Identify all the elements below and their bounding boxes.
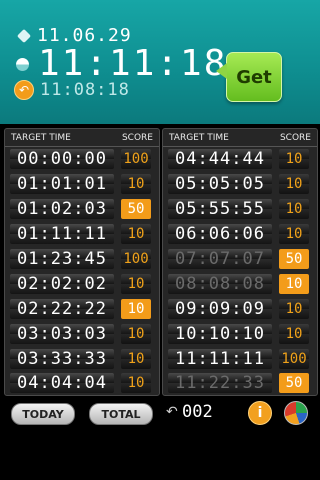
target-time: 03:03:03	[10, 323, 114, 344]
score: 100	[121, 149, 151, 170]
table-row: 03:03:03 10	[5, 321, 159, 346]
col-target-time: TARGET TIME	[11, 132, 71, 143]
table-row: 01:01:01 10	[5, 172, 159, 197]
score: 100	[279, 348, 309, 369]
header-panel: 11.06.29 11:11:18 ↶ 11:08:18 Get	[0, 0, 320, 124]
target-time: 11:22:33	[168, 373, 272, 394]
target-table-right: TARGET TIME SCORE 04:44:44 10 05:05:05 10 …	[162, 128, 318, 396]
table-row: 10:10:10 10	[163, 321, 317, 346]
target-time: 01:23:45	[10, 249, 114, 269]
undo-count: 002	[182, 402, 213, 422]
score: 50	[279, 249, 309, 269]
target-time: 09:09:09	[168, 298, 272, 319]
score: 50	[121, 199, 151, 220]
score: 10	[121, 348, 151, 369]
score: 10	[279, 149, 309, 170]
pie-chart-icon[interactable]	[284, 401, 308, 425]
today-button-label: TODAY	[22, 407, 64, 421]
target-time: 01:02:03	[10, 199, 114, 220]
target-time: 05:55:55	[168, 199, 272, 220]
target-time: 04:44:44	[168, 149, 272, 170]
total-button-label: TOTAL	[101, 407, 141, 421]
table-row: 01:11:11 10	[5, 222, 159, 247]
target-table-left: TARGET TIME SCORE 00:00:00 100 01:01:01 10…	[4, 128, 160, 396]
table-row: 09:09:09 10	[163, 296, 317, 321]
score: 50	[279, 373, 309, 394]
score: 10	[121, 323, 151, 344]
score: 10	[121, 373, 151, 394]
score: 10	[121, 174, 151, 195]
score: 10	[279, 174, 309, 195]
last-time: 11:08:18	[40, 80, 130, 100]
score: 10	[121, 224, 151, 245]
target-time: 07:07:07	[168, 249, 272, 269]
score: 100	[121, 249, 151, 269]
target-time: 04:04:04	[10, 373, 114, 394]
score: 10	[279, 199, 309, 220]
table-header-right: TARGET TIME SCORE	[163, 129, 317, 147]
table-header-left: TARGET TIME SCORE	[5, 129, 159, 147]
info-symbol: i	[257, 405, 263, 421]
table-row: 03:33:33 10	[5, 346, 159, 371]
score: 10	[279, 273, 309, 294]
total-button[interactable]: TOTAL	[89, 403, 153, 425]
target-time: 06:06:06	[168, 224, 272, 245]
score: 10	[279, 298, 309, 319]
score: 10	[121, 298, 151, 319]
score: 10	[279, 224, 309, 245]
table-row: 02:22:22 10	[5, 296, 159, 321]
undo-badge-icon: ↶	[14, 80, 34, 100]
table-row: 00:00:00 100	[5, 147, 159, 172]
table-row: 05:05:05 10	[163, 172, 317, 197]
table-row: 04:04:04 10	[5, 371, 159, 396]
diamond-icon	[16, 28, 32, 43]
table-row: 08:08:08 10	[163, 271, 317, 296]
get-button[interactable]: Get	[216, 52, 282, 102]
footer-toolbar: TODAY TOTAL ↶ 002 i	[0, 398, 320, 428]
half-circle-icon	[16, 57, 29, 71]
info-icon[interactable]: i	[248, 401, 272, 425]
target-time: 00:00:00	[10, 149, 114, 170]
table-row: 01:02:03 50	[5, 197, 159, 222]
target-time: 01:11:11	[10, 224, 114, 245]
table-row: 05:55:55 10	[163, 197, 317, 222]
target-time: 03:33:33	[10, 348, 114, 369]
table-row: 11:11:11 100	[163, 346, 317, 371]
undo-icon[interactable]: ↶	[166, 404, 178, 420]
score: 10	[121, 273, 151, 294]
target-time: 05:05:05	[168, 174, 272, 195]
target-time: 02:22:22	[10, 298, 114, 319]
table-row: 11:22:33 50	[163, 371, 317, 396]
table-row: 02:02:02 10	[5, 271, 159, 296]
target-time: 08:08:08	[168, 273, 272, 294]
target-time: 02:02:02	[10, 273, 114, 294]
col-score: SCORE	[279, 132, 311, 143]
last-time-row: ↶ 11:08:18	[14, 80, 130, 100]
table-row: 07:07:07 50	[163, 247, 317, 272]
score: 10	[279, 323, 309, 344]
target-time: 10:10:10	[168, 323, 272, 344]
target-time: 01:01:01	[10, 174, 114, 195]
table-row: 04:44:44 10	[163, 147, 317, 172]
col-score: SCORE	[121, 132, 153, 143]
table-row: 01:23:45 100	[5, 247, 159, 272]
target-time: 11:11:11	[168, 348, 272, 369]
get-button-label: Get	[236, 66, 272, 88]
today-button[interactable]: TODAY	[11, 403, 75, 425]
table-row: 06:06:06 10	[163, 222, 317, 247]
col-target-time: TARGET TIME	[169, 132, 229, 143]
